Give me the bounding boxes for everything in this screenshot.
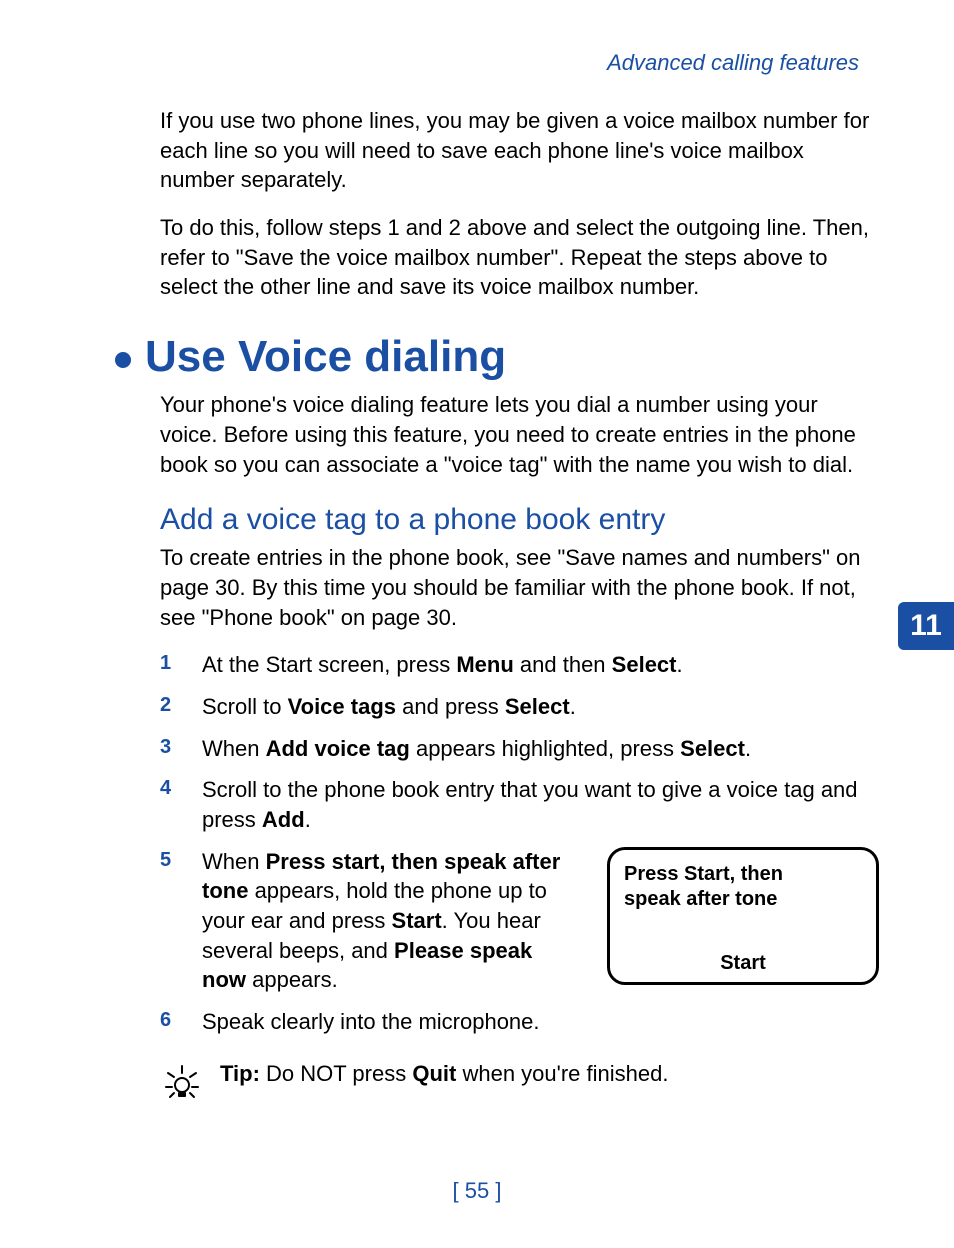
text: . bbox=[570, 694, 576, 719]
select-label: Select bbox=[680, 736, 745, 761]
tip-text: Tip: Do NOT press Quit when you're finis… bbox=[220, 1061, 668, 1087]
bullet-icon bbox=[115, 352, 131, 368]
step-number: 5 bbox=[160, 847, 176, 995]
step-number: 6 bbox=[160, 1007, 176, 1037]
phone-line-1: Press Start, then bbox=[624, 862, 862, 887]
text: . bbox=[305, 807, 311, 832]
step-text: Scroll to Voice tags and press Select. bbox=[202, 692, 879, 722]
tip-row: Tip: Do NOT press Quit when you're finis… bbox=[160, 1061, 879, 1101]
text: appears. bbox=[246, 967, 338, 992]
phone-screen-text: Press Start, then speak after tone bbox=[624, 862, 862, 912]
step-text: Scroll to the phone book entry that you … bbox=[202, 775, 879, 834]
section-title: Use Voice dialing bbox=[115, 332, 879, 382]
text: Scroll to bbox=[202, 694, 288, 719]
add-voice-tag-label: Add voice tag bbox=[266, 736, 410, 761]
start-label: Start bbox=[392, 908, 442, 933]
page-number: [ 55 ] bbox=[0, 1178, 954, 1204]
step-text: At the Start screen, press Menu and then… bbox=[202, 650, 879, 680]
select-label: Select bbox=[505, 694, 570, 719]
step-number: 1 bbox=[160, 650, 176, 680]
voice-tags-label: Voice tags bbox=[288, 694, 396, 719]
text: . bbox=[745, 736, 751, 761]
text: When bbox=[202, 849, 266, 874]
step-1: 1 At the Start screen, press Menu and th… bbox=[160, 650, 879, 680]
step-4: 4 Scroll to the phone book entry that yo… bbox=[160, 775, 879, 834]
intro-paragraph-1: If you use two phone lines, you may be g… bbox=[160, 106, 879, 195]
phone-softkey-start: Start bbox=[624, 951, 862, 976]
page-header: Advanced calling features bbox=[75, 50, 879, 76]
tip-label: Tip: bbox=[220, 1061, 260, 1086]
quit-label: Quit bbox=[412, 1061, 456, 1086]
intro-paragraph-2: To do this, follow steps 1 and 2 above a… bbox=[160, 213, 879, 302]
step-text: Speak clearly into the microphone. bbox=[202, 1007, 879, 1037]
step-number: 4 bbox=[160, 775, 176, 834]
section-title-text: Use Voice dialing bbox=[145, 332, 506, 382]
step-2: 2 Scroll to Voice tags and press Select. bbox=[160, 692, 879, 722]
step-3: 3 When Add voice tag appears highlighted… bbox=[160, 734, 879, 764]
step-5: 5 When Press start, then speak after ton… bbox=[160, 847, 879, 995]
phone-line-2: speak after tone bbox=[624, 887, 862, 912]
text: and press bbox=[396, 694, 505, 719]
text: and then bbox=[514, 652, 612, 677]
step-text: When Add voice tag appears highlighted, … bbox=[202, 734, 879, 764]
subsection-intro: To create entries in the phone book, see… bbox=[160, 543, 879, 632]
step-number: 2 bbox=[160, 692, 176, 722]
add-label: Add bbox=[262, 807, 305, 832]
phone-screen: Press Start, then speak after tone Start bbox=[607, 847, 879, 985]
step-text: When Press start, then speak after tone … bbox=[202, 847, 572, 995]
step-6: 6 Speak clearly into the microphone. bbox=[160, 1007, 879, 1037]
menu-label: Menu bbox=[456, 652, 513, 677]
text: appears highlighted, press bbox=[410, 736, 680, 761]
select-label: Select bbox=[612, 652, 677, 677]
text: At the Start screen, press bbox=[202, 652, 456, 677]
text: when you're finished. bbox=[456, 1061, 668, 1086]
lightbulb-icon bbox=[160, 1061, 204, 1101]
text: . bbox=[677, 652, 683, 677]
chapter-tab: 11 bbox=[898, 602, 954, 650]
steps-list: 1 At the Start screen, press Menu and th… bbox=[160, 650, 879, 1037]
step-number: 3 bbox=[160, 734, 176, 764]
text: When bbox=[202, 736, 266, 761]
subsection-title: Add a voice tag to a phone book entry bbox=[160, 503, 879, 537]
section-intro: Your phone's voice dialing feature lets … bbox=[160, 390, 879, 479]
text: Do NOT press bbox=[260, 1061, 412, 1086]
